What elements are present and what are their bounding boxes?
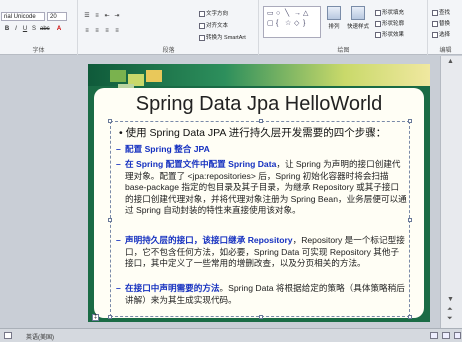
find-icon (432, 9, 438, 16)
star-shape-icon[interactable]: ☆ (285, 20, 291, 27)
resize-handle[interactable] (408, 315, 412, 319)
main-bullet: • 使用 Spring Data JPA 进行持久层开发需要的四个步骤： (119, 127, 387, 139)
resize-handle[interactable] (408, 218, 412, 222)
font-size-input[interactable]: 20 (47, 12, 67, 21)
replace-button[interactable]: 替换 (432, 19, 450, 27)
oval-shape-icon[interactable]: ○ (276, 10, 280, 17)
arrow-shape-icon[interactable]: → (294, 10, 301, 17)
content-textbox[interactable]: • 使用 Spring Data JPA 进行持久层开发需要的四个步骤： – 配… (108, 119, 412, 319)
bullets-icon[interactable]: ☰ (83, 12, 91, 20)
increase-indent-icon[interactable]: ⇥ (113, 12, 121, 20)
triangle-shape-icon[interactable]: △ (303, 10, 308, 17)
drawing-group: ▭ ○ ╲ → △ ▢ { ☆ ◇ } 排列 快速样式 形状填充 形状轮廓 形状… (260, 0, 428, 55)
arrange-icon (327, 6, 341, 20)
step-lead: 配置 Spring 整合 JPA (125, 144, 210, 154)
slide-sorter-icon[interactable] (442, 332, 450, 339)
align-left-icon[interactable]: ≡ (83, 27, 91, 35)
scroll-down-icon[interactable]: ▼ (447, 296, 454, 303)
align-text-button[interactable]: 对齐文本 (199, 21, 228, 29)
slide-title[interactable]: Spring Data Jpa HelloWorld (88, 93, 430, 116)
numbering-icon[interactable]: ≡ (93, 12, 101, 20)
slide[interactable]: Spring Data Jpa HelloWorld • 使用 Spring D… (88, 64, 430, 322)
paragraph-group-label: 段落 (162, 48, 175, 54)
outline-icon (375, 20, 381, 27)
step-lead: 在接口中声明需要的方法 (125, 283, 220, 293)
shadow-button[interactable]: S (30, 25, 38, 33)
select-button[interactable]: 选择 (432, 30, 450, 38)
callout-shape-icon[interactable]: ◇ (294, 20, 299, 27)
decrease-indent-icon[interactable]: ⇤ (103, 12, 111, 20)
resize-handle[interactable] (108, 119, 112, 123)
step-item: – 在接口中声明需要的方法。Spring Data 将根据给定的策略（具体策略稍… (116, 283, 405, 305)
step-lead: 声明持久层的接口，该接口继承 Repository (125, 235, 293, 245)
spellcheck-icon[interactable] (4, 332, 12, 339)
language-status[interactable]: 英语(美国) (26, 332, 54, 341)
arrange-button[interactable]: 排列 (323, 6, 345, 30)
font-name-input[interactable]: rial Unicode (1, 12, 45, 21)
step-lead: 在 Spring 配置文件中配置 Spring Data (125, 159, 277, 169)
editing-group: 查找 替换 选择 编辑 (429, 0, 462, 55)
text-direction-icon (199, 10, 205, 17)
prev-slide-icon[interactable]: ⏶ (447, 306, 453, 314)
rectangle-shape-icon[interactable]: ▭ (267, 10, 274, 17)
bracket-shape-icon[interactable]: } (303, 20, 305, 27)
convert-smartart-button[interactable]: 转换为 SmartArt (199, 33, 246, 41)
resize-handle[interactable] (108, 218, 112, 222)
font-group-label: 字体 (32, 48, 45, 54)
font-color-button[interactable]: A (55, 25, 63, 33)
align-text-icon (199, 22, 205, 29)
align-right-icon[interactable]: ≡ (103, 27, 111, 35)
shape-fill-button[interactable]: 形状填充 (375, 8, 404, 16)
ribbon: rial Unicode 20 B I U S abc A 字体 ☰ ≡ ⇤ ⇥… (0, 0, 462, 55)
effects-icon (375, 31, 381, 38)
line-shape-icon[interactable]: ╲ (285, 10, 289, 17)
step-item: – 配置 Spring 整合 JPA (116, 144, 210, 154)
editing-group-label: 编辑 (439, 48, 452, 54)
resize-handle[interactable] (259, 315, 263, 319)
justify-icon[interactable]: ≡ (113, 27, 121, 35)
quick-styles-icon (351, 6, 365, 20)
resize-handle[interactable] (108, 315, 112, 319)
shape-effects-button[interactable]: 形状效果 (375, 30, 404, 38)
step-item: – 声明持久层的接口，该接口继承 Repository，Repository 是… (116, 235, 405, 268)
next-slide-icon[interactable]: ⏷ (447, 315, 453, 323)
normal-view-icon[interactable] (430, 332, 438, 339)
scroll-up-icon[interactable]: ▲ (447, 58, 454, 65)
step-item: – 在 Spring 配置文件中配置 Spring Data，让 Spring … (116, 159, 407, 215)
quick-styles-button[interactable]: 快速样式 (347, 6, 369, 30)
status-bar: 英语(美国) (0, 328, 462, 342)
find-button[interactable]: 查找 (432, 8, 450, 16)
reading-view-icon[interactable] (454, 332, 461, 339)
shapes-gallery[interactable]: ▭ ○ ╲ → △ ▢ { ☆ ◇ } (263, 6, 321, 38)
italic-button[interactable]: I (12, 25, 20, 33)
resize-handle[interactable] (259, 119, 263, 123)
rounded-rect-shape-icon[interactable]: ▢ (267, 20, 274, 27)
align-center-icon[interactable]: ≡ (93, 27, 101, 35)
smartart-icon (199, 34, 205, 41)
resize-handle[interactable] (408, 119, 412, 123)
drawing-group-label: 绘图 (337, 48, 350, 54)
strikethrough-button[interactable]: abc (40, 25, 50, 33)
paragraph-group: ☰ ≡ ⇤ ⇥ ≡ ≡ ≡ ≡ 文字方向 对齐文本 转换为 SmartArt 段… (79, 0, 259, 55)
select-icon (432, 31, 438, 38)
shape-outline-button[interactable]: 形状轮廓 (375, 19, 404, 27)
brace-shape-icon[interactable]: { (276, 20, 278, 27)
vertical-scrollbar[interactable]: ▲ ▼ ⏶ ⏷ (440, 56, 462, 328)
autofit-options-icon[interactable]: ‡ (92, 314, 99, 321)
fill-icon (375, 9, 381, 16)
text-direction-button[interactable]: 文字方向 (199, 9, 228, 17)
replace-icon (432, 20, 438, 27)
bold-button[interactable]: B (3, 25, 11, 33)
font-group: rial Unicode 20 B I U S abc A 字体 (0, 0, 78, 55)
underline-button[interactable]: U (21, 25, 29, 33)
